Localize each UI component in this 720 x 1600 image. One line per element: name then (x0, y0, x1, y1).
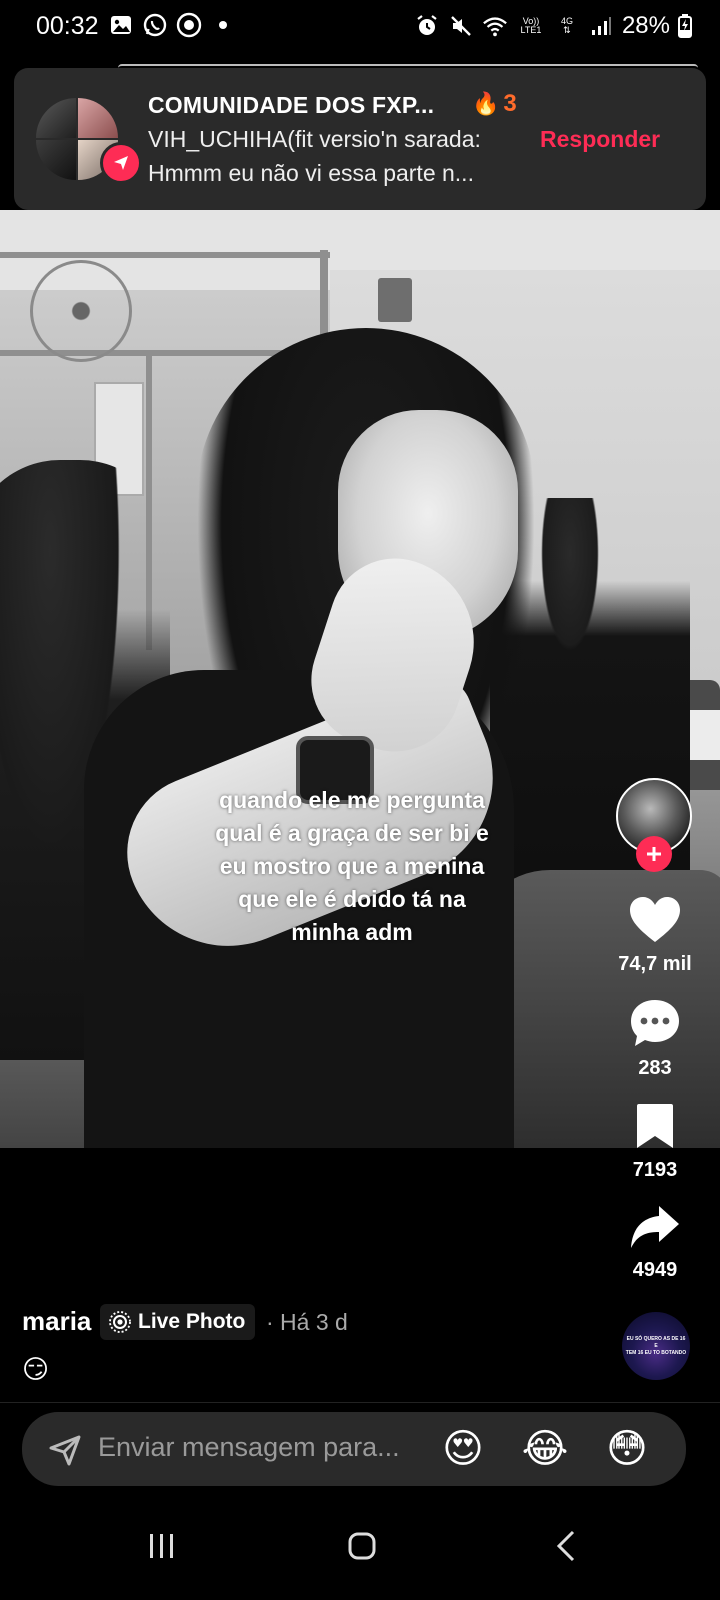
avatar (78, 98, 118, 138)
plus-icon (647, 847, 661, 861)
share-icon (631, 1206, 679, 1248)
share-count: 4949 (632, 1259, 678, 1281)
back-icon[interactable] (536, 1526, 596, 1566)
notification-message-line2: Hmmm eu não vi essa parte n... (148, 160, 474, 186)
home-icon[interactable] (332, 1526, 392, 1566)
like-button[interactable]: 74,7 mil (600, 896, 710, 976)
comment-button[interactable]: 283 (600, 998, 710, 1080)
dot-icon (210, 12, 236, 38)
notification-title: COMUNIDADE DOS FXP... (148, 92, 435, 118)
battery-percent: 28% (621, 12, 670, 39)
gallery-icon (108, 12, 134, 38)
system-navigation-bar (0, 1490, 720, 1600)
comment-icon (631, 1000, 679, 1046)
divider (0, 1402, 720, 1403)
comment-count: 283 (638, 1057, 672, 1079)
whatsapp-icon (142, 12, 168, 38)
alarm-icon (414, 13, 440, 39)
video-caption: quando ele me pergunta qual é a graça de… (215, 787, 489, 945)
post-description[interactable]: 😏 (22, 1354, 49, 1385)
streak-count: 3 (503, 90, 517, 117)
recent-apps-icon[interactable] (132, 1526, 192, 1566)
network-4g-icon: 4G ⇅ (560, 16, 573, 35)
share-button[interactable]: 4949 (600, 1204, 710, 1282)
message-input[interactable]: Enviar mensagem para... (98, 1432, 400, 1463)
live-photo-badge[interactable]: Live Photo (100, 1304, 256, 1340)
post-username[interactable]: maria (22, 1306, 91, 1337)
status-time: 00:32 (36, 12, 99, 40)
save-count: 7193 (632, 1159, 678, 1181)
live-photo-icon (109, 1311, 131, 1333)
status-bar: 00:32 Vo)) LTE1 4G ⇅ 28% (0, 0, 720, 56)
reply-button[interactable]: Responder (540, 126, 660, 153)
send-icon[interactable] (48, 1434, 82, 1466)
wall-fan (30, 260, 132, 362)
streak-badge: 🔥 3 (472, 90, 517, 118)
app-icon (176, 12, 202, 38)
message-notification[interactable]: COMUNIDADE DOS FXP... 🔥 3 VIH_UCHIHA(fit… (14, 64, 706, 210)
save-button[interactable]: 7193 (600, 1102, 710, 1182)
notification-message-line1: VIH_UCHIHA(fit versio'n sarada: (148, 126, 481, 152)
wifi-icon (482, 13, 508, 39)
battery-charging-icon (678, 13, 692, 39)
group-avatar (36, 98, 142, 184)
music-disc[interactable]: EU SÓ QUERO AS DE 16 E TEM 16 EU TO BOTA… (622, 1312, 690, 1380)
post-time-ago: · Há 3 d (266, 1309, 348, 1335)
like-count: 74,7 mil (618, 953, 692, 975)
follow-button[interactable] (636, 836, 672, 872)
volte-icon: Vo)) LTE1 (520, 16, 542, 35)
send-badge-icon (100, 142, 142, 184)
bookmark-icon (637, 1104, 673, 1148)
live-photo-label: Live Photo (138, 1310, 246, 1333)
quick-emoji-laughing[interactable]: 😂 (520, 1424, 570, 1474)
mute-icon (448, 13, 474, 39)
avatar (36, 140, 76, 180)
message-bar[interactable]: Enviar mensagem para... 😍 😂 😳 (22, 1412, 686, 1486)
wall-speaker (378, 278, 412, 322)
signal-icon (588, 13, 614, 39)
avatar (36, 98, 76, 138)
quick-emoji-heart-eyes[interactable]: 😍 (438, 1424, 488, 1474)
quick-emoji-flushed[interactable]: 😳 (602, 1424, 652, 1474)
fire-icon: 🔥 (472, 91, 500, 116)
heart-icon (630, 897, 680, 942)
